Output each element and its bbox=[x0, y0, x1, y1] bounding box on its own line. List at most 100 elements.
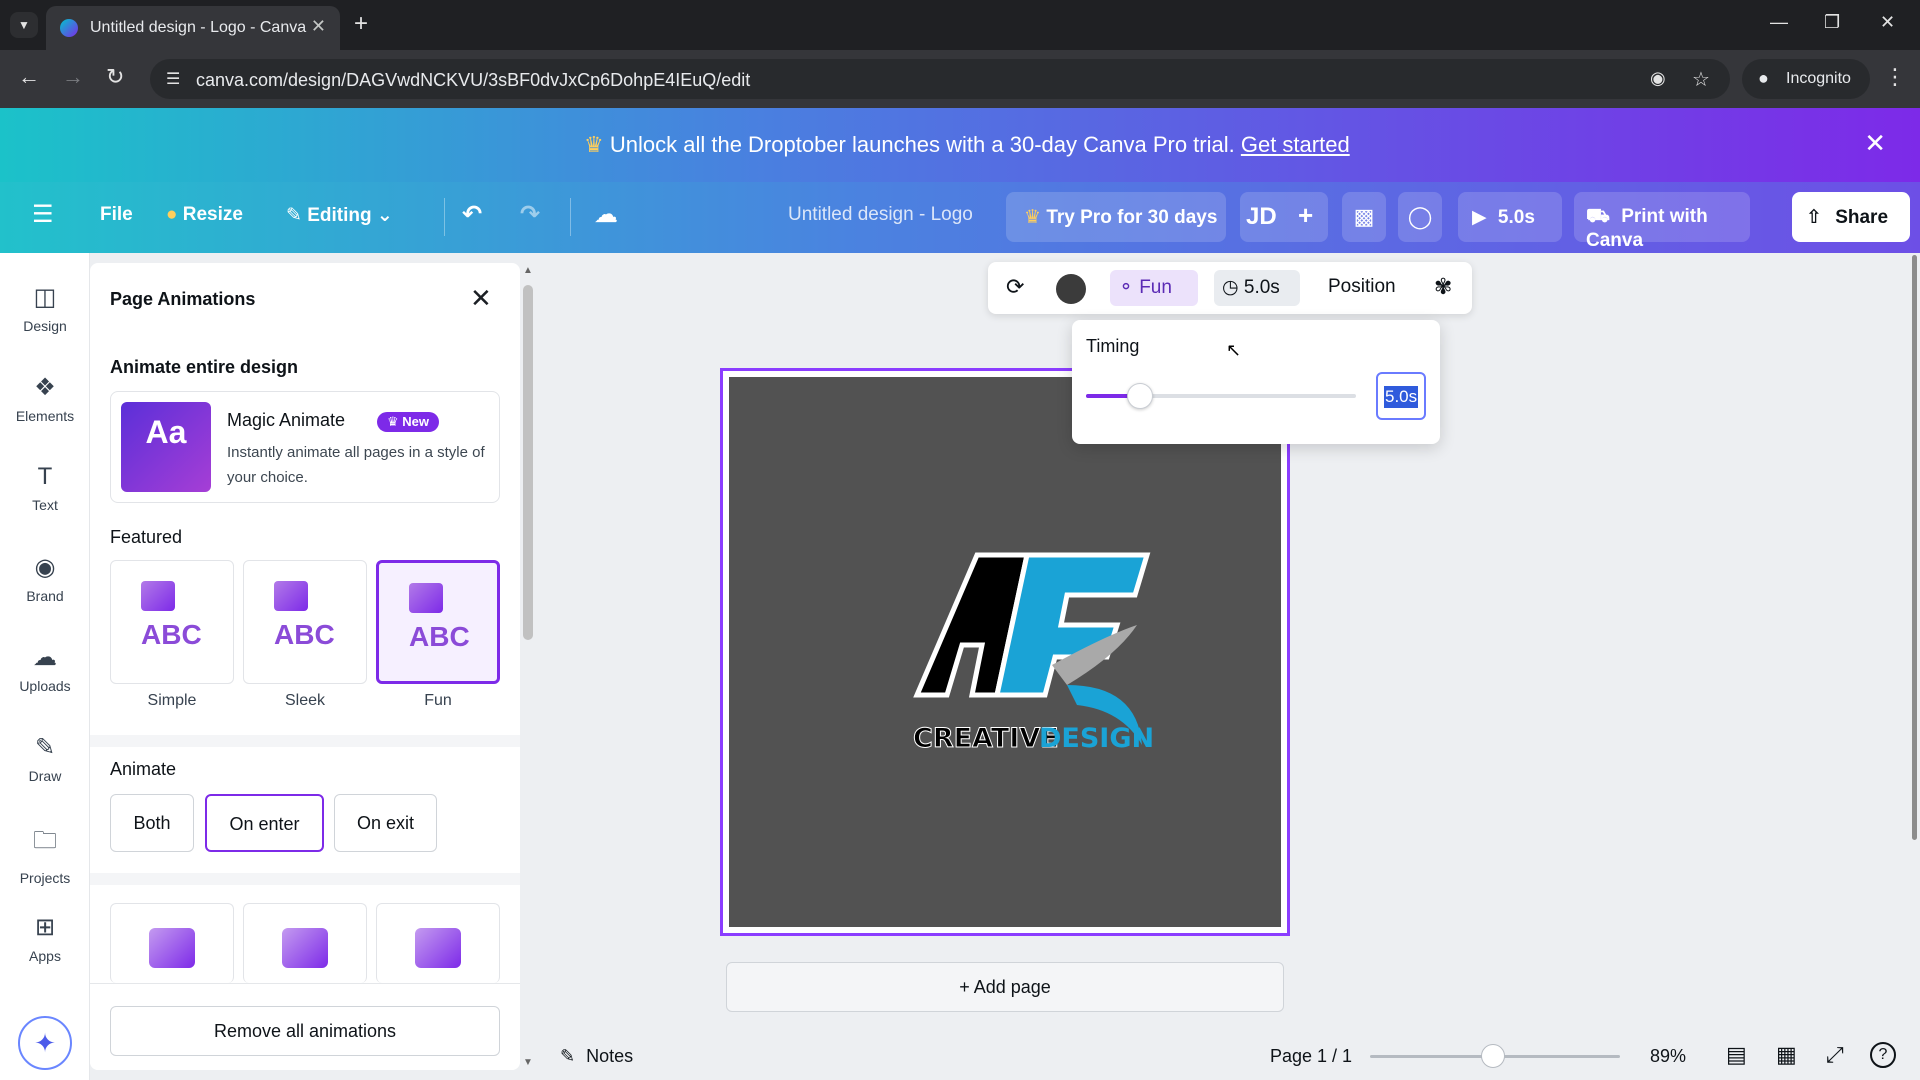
remove-all-animations-button[interactable]: Remove all animations bbox=[110, 1006, 500, 1056]
scroll-up-icon[interactable]: ▲ bbox=[523, 265, 533, 276]
editing-mode-dropdown[interactable]: ✎ Editing ⌄ bbox=[286, 204, 393, 227]
redo-icon[interactable]: ↷ bbox=[520, 200, 540, 229]
page-view-icon[interactable]: ▤ bbox=[1726, 1042, 1747, 1068]
rail-item-draw[interactable]: ✎ Draw bbox=[0, 733, 90, 784]
design-page[interactable]: CREATIVE DESIGN bbox=[720, 368, 1290, 936]
projects-icon: 🗀 bbox=[33, 827, 57, 854]
promo-banner: ♛ Unlock all the Droptober launches with… bbox=[0, 108, 1920, 182]
animation-fun-button[interactable]: ⚬ Fun bbox=[1110, 270, 1198, 306]
help-icon[interactable]: ? bbox=[1870, 1042, 1896, 1068]
bookmark-star-icon[interactable]: ☆ bbox=[1692, 67, 1710, 92]
undo-icon[interactable]: ↶ bbox=[462, 200, 482, 229]
window-close-icon[interactable]: ✕ bbox=[1880, 12, 1895, 33]
paint-format-icon[interactable]: ✾ bbox=[1434, 274, 1452, 300]
clock-icon: ◷ bbox=[1222, 277, 1239, 298]
rail-item-design[interactable]: ◫ Design bbox=[0, 283, 90, 334]
insights-icon[interactable]: ▩ bbox=[1342, 192, 1386, 242]
notes-button[interactable]: ✎ Notes bbox=[560, 1046, 633, 1067]
eye-off-icon[interactable]: ◉ bbox=[1650, 68, 1666, 89]
get-started-link[interactable]: Get started bbox=[1241, 132, 1350, 157]
rail-item-uploads[interactable]: ☁ Uploads bbox=[0, 643, 90, 694]
panel-scrollbar[interactable]: ▲ ▼ bbox=[520, 265, 536, 1070]
comment-icon[interactable]: ◯ bbox=[1398, 192, 1442, 242]
animate-both-option[interactable]: Both bbox=[110, 794, 194, 852]
af-logo[interactable]: CREATIVE DESIGN bbox=[877, 535, 1167, 785]
rail-item-apps[interactable]: ⊞ Apps bbox=[0, 913, 90, 964]
scrollbar-thumb[interactable] bbox=[523, 285, 533, 640]
canvas-scrollbar[interactable] bbox=[1912, 255, 1917, 840]
promo-message: ♛ Unlock all the Droptober launches with… bbox=[584, 132, 1350, 158]
avatar[interactable]: JD bbox=[1246, 203, 1277, 231]
header-divider bbox=[444, 198, 445, 236]
timing-popover: Timing 5.0s bbox=[1072, 320, 1440, 444]
resize-button[interactable]: ● Resize bbox=[166, 204, 243, 226]
animation-option-card[interactable] bbox=[110, 903, 234, 983]
browser-menu-icon[interactable]: ⋮ bbox=[1884, 64, 1906, 90]
add-collaborator-icon[interactable]: + bbox=[1298, 200, 1313, 231]
minimize-icon[interactable]: — bbox=[1770, 12, 1788, 33]
tab-search-dropdown[interactable]: ▼ bbox=[10, 12, 38, 38]
animate-on-exit-option[interactable]: On exit bbox=[334, 794, 437, 852]
address-bar[interactable]: ☰ canva.com/design/DAGVwdNCKVU/3sBF0dvJx… bbox=[150, 59, 1730, 99]
crown-icon: ♛ bbox=[584, 132, 604, 157]
animate-sparkle-icon[interactable]: ⟳ bbox=[1006, 274, 1024, 300]
rail-item-elements[interactable]: ❖ Elements bbox=[0, 373, 90, 424]
restore-icon[interactable]: ❐ bbox=[1824, 12, 1840, 33]
animation-fun[interactable]: ABC bbox=[376, 560, 500, 684]
editor-header: ☰ File ● Resize ✎ Editing ⌄ ↶ ↷ ☁ Untitl… bbox=[0, 182, 1920, 253]
magic-sparkle-icon[interactable]: ✦ bbox=[18, 1016, 72, 1070]
animation-simple[interactable]: ABC bbox=[110, 560, 234, 684]
banner-close-icon[interactable]: ✕ bbox=[1864, 128, 1886, 159]
timing-slider[interactable] bbox=[1086, 383, 1356, 409]
animation-preview-icon bbox=[282, 928, 328, 968]
play-icon: ▶ bbox=[1472, 207, 1487, 228]
page-indicator[interactable]: Page 1 / 1 bbox=[1270, 1046, 1352, 1067]
animation-sleek[interactable]: ABC bbox=[243, 560, 367, 684]
share-button[interactable]: ⇧ Share bbox=[1792, 192, 1910, 242]
fun-animation-icon: ABC bbox=[409, 583, 470, 653]
resize-label: Resize bbox=[182, 204, 243, 225]
forward-icon[interactable]: → bbox=[62, 64, 84, 90]
zoom-slider-knob[interactable] bbox=[1480, 1044, 1505, 1068]
incognito-badge[interactable]: ● Incognito bbox=[1742, 59, 1870, 99]
add-page-button[interactable]: + Add page bbox=[726, 962, 1284, 1012]
site-info-icon[interactable]: ☰ bbox=[166, 69, 180, 89]
rail-item-text[interactable]: T Text bbox=[0, 463, 90, 513]
browser-tab[interactable]: Untitled design - Logo - Canva ✕ bbox=[46, 6, 340, 50]
fullscreen-icon[interactable]: ⤢ bbox=[1826, 1042, 1844, 1068]
truck-icon: ⛟ bbox=[1586, 206, 1610, 227]
url-text: canva.com/design/DAGVwdNCKVU/3sBF0dvJxCp… bbox=[196, 70, 751, 90]
back-icon[interactable]: ← bbox=[18, 64, 40, 90]
zoom-level[interactable]: 89% bbox=[1650, 1046, 1686, 1067]
page-background: CREATIVE DESIGN bbox=[729, 377, 1281, 927]
rail-item-projects[interactable]: 🗀 Projects bbox=[0, 823, 90, 886]
animation-option-card[interactable] bbox=[376, 903, 500, 983]
animation-option-card[interactable] bbox=[243, 903, 367, 983]
timing-button[interactable]: ◷ 5.0s bbox=[1214, 270, 1300, 306]
scroll-down-icon[interactable]: ▼ bbox=[523, 1057, 533, 1068]
magic-animate-thumbnail: Aa bbox=[121, 402, 211, 492]
cloud-saved-icon[interactable]: ☁ bbox=[594, 200, 618, 229]
apps-icon: ⊞ bbox=[34, 914, 56, 941]
timing-value-input[interactable]: 5.0s bbox=[1376, 372, 1426, 420]
page-animations-panel: Page Animations ✕ Animate entire design … bbox=[90, 263, 520, 1070]
animate-on-enter-option[interactable]: On enter bbox=[205, 794, 324, 852]
present-button[interactable]: ▶ 5.0s bbox=[1458, 192, 1562, 242]
panel-close-icon[interactable]: ✕ bbox=[470, 283, 492, 314]
incognito-icon: ● bbox=[1758, 68, 1769, 88]
reload-icon[interactable]: ↻ bbox=[106, 64, 124, 90]
try-pro-button[interactable]: ♛ Try Pro for 30 days bbox=[1006, 192, 1226, 242]
main-menu-icon[interactable]: ☰ bbox=[32, 200, 54, 229]
grid-view-icon[interactable]: ▦ bbox=[1776, 1042, 1797, 1068]
file-menu[interactable]: File bbox=[100, 204, 133, 226]
position-button[interactable]: Position bbox=[1328, 276, 1396, 298]
background-color-swatch[interactable] bbox=[1056, 274, 1086, 304]
rail-item-brand[interactable]: ◉ Brand bbox=[0, 553, 90, 604]
print-with-canva-button[interactable]: ⛟ Print with Canva bbox=[1574, 192, 1750, 251]
context-toolbar: ⟳ ⚬ Fun ◷ 5.0s Position ✾ bbox=[988, 262, 1472, 314]
tab-close-icon[interactable]: ✕ bbox=[311, 16, 326, 37]
new-tab-button[interactable]: + bbox=[354, 10, 368, 38]
design-title[interactable]: Untitled design - Logo bbox=[788, 204, 973, 226]
magic-animate-card[interactable]: Aa Magic Animate ♛ New Instantly animate… bbox=[110, 391, 500, 503]
timing-slider-knob[interactable] bbox=[1126, 383, 1153, 409]
